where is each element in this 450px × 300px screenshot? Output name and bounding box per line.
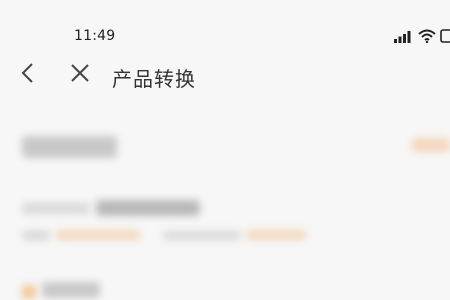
blurred-section-title (22, 136, 117, 158)
blurred-highlight (56, 230, 140, 240)
wifi-icon (418, 29, 436, 43)
blurred-highlight (246, 230, 306, 240)
blurred-text (42, 282, 100, 298)
blurred-text (22, 203, 90, 214)
blurred-icon (22, 285, 36, 299)
status-time: 11:49 (74, 28, 116, 44)
status-icons (394, 27, 450, 45)
page-title: 产品转换 (112, 67, 196, 91)
blurred-tag (412, 138, 450, 152)
close-button[interactable] (66, 61, 94, 89)
back-button[interactable] (14, 61, 42, 89)
blurred-text (96, 200, 200, 216)
blurred-text (163, 231, 241, 240)
nav-bar: 产品转换 (0, 55, 450, 95)
blurred-text (22, 231, 50, 240)
signal-icon (394, 30, 414, 43)
chevron-left-icon (20, 62, 36, 88)
status-bar: 11:49 (0, 0, 450, 50)
app-screen: 11:49 产品转换 (0, 0, 450, 300)
battery-icon (440, 29, 450, 43)
close-icon (70, 63, 90, 87)
